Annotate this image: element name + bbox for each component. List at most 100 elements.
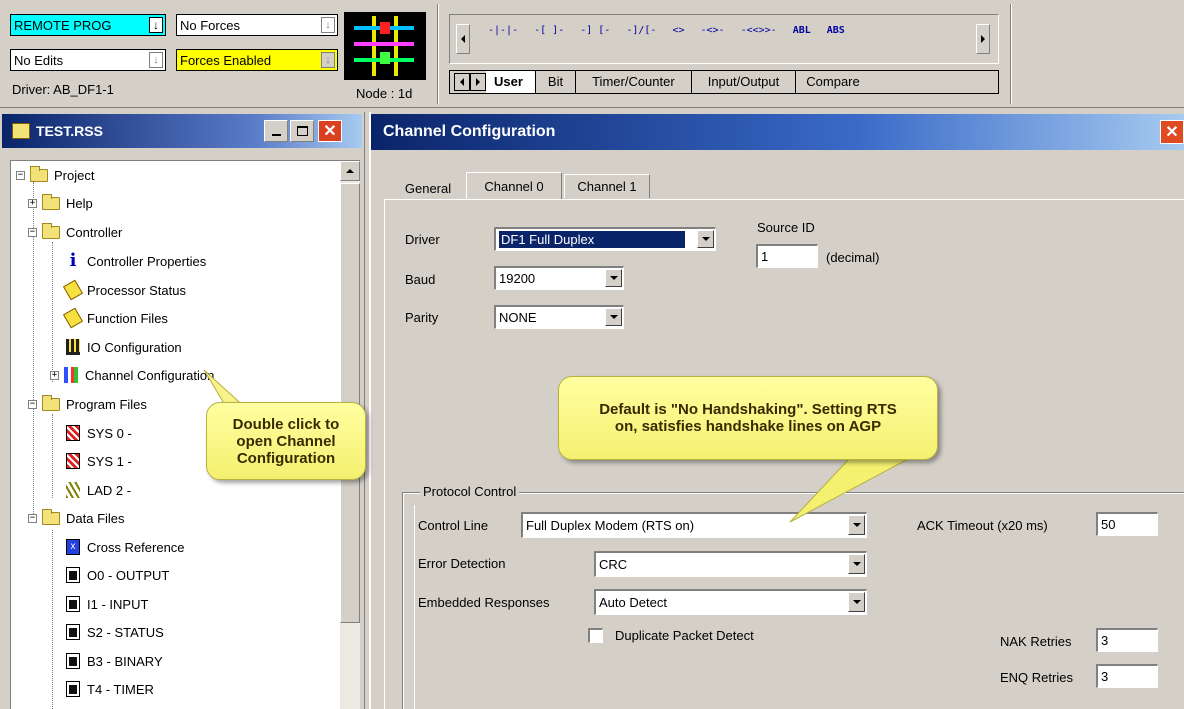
embedded-responses-dropdown[interactable]: Auto Detect bbox=[594, 589, 867, 615]
rung-instruction-icon[interactable]: -[ ]- bbox=[534, 25, 564, 36]
expand-icon[interactable]: + bbox=[50, 370, 59, 380]
source-id-input[interactable]: 1 bbox=[756, 244, 818, 268]
driver-dropdown[interactable]: DF1 Full Duplex bbox=[494, 227, 716, 251]
tab-general[interactable]: General bbox=[392, 176, 464, 200]
dropdown-arrow-icon[interactable]: ↓ bbox=[321, 52, 335, 68]
dropdown-arrow-icon[interactable] bbox=[848, 592, 865, 612]
tree-item-function-files[interactable]: Function Files bbox=[62, 307, 168, 329]
tree-item-lad2[interactable]: LAD 2 - bbox=[66, 479, 131, 501]
dropdown-arrow-icon[interactable]: ↓ bbox=[321, 17, 335, 33]
maximize-button[interactable] bbox=[290, 120, 314, 142]
callout-handshaking: Default is "No Handshaking". Setting RTS… bbox=[558, 376, 938, 460]
dialog-close-button[interactable]: ✕ bbox=[1160, 120, 1184, 144]
arrow-left-icon bbox=[461, 35, 465, 43]
tree-item-t4[interactable]: T4 - TIMER bbox=[66, 678, 154, 700]
palette-scroll-left[interactable] bbox=[456, 24, 470, 54]
folder-icon bbox=[42, 222, 60, 239]
dropdown-arrow-icon[interactable] bbox=[697, 230, 714, 248]
dropdown-arrow-icon[interactable]: ↓ bbox=[149, 52, 163, 68]
data-file-icon bbox=[66, 653, 80, 669]
xio-instruction-icon[interactable]: -]/[- bbox=[626, 25, 656, 36]
abs-instruction-icon[interactable]: ABS bbox=[827, 25, 845, 36]
download-arrow-icon[interactable]: ↓ bbox=[149, 17, 163, 33]
tree-item-sys0[interactable]: SYS 0 - bbox=[66, 422, 132, 444]
tab-user[interactable]: User bbox=[486, 71, 536, 93]
dialog-titlebar: Channel Configuration bbox=[371, 114, 1184, 150]
toolbar-separator bbox=[1010, 4, 1012, 104]
forces-enabled-dropdown[interactable]: Forces Enabled ↓ bbox=[176, 49, 338, 71]
tab-channel-1[interactable]: Channel 1 bbox=[564, 174, 650, 198]
driver-label: Driver: AB_DF1-1 bbox=[12, 82, 114, 97]
collapse-icon[interactable]: − bbox=[28, 399, 37, 409]
ack-timeout-input[interactable]: 50 bbox=[1096, 512, 1158, 536]
tree-item-b3[interactable]: B3 - BINARY bbox=[66, 650, 163, 672]
tree-item-s2[interactable]: S2 - STATUS bbox=[66, 621, 164, 643]
edits-dropdown[interactable]: No Edits ↓ bbox=[10, 49, 166, 71]
tree-item-o0[interactable]: O0 - OUTPUT bbox=[66, 564, 169, 586]
ladder-file-icon bbox=[66, 482, 80, 498]
tree-item-i1[interactable]: I1 - INPUT bbox=[66, 593, 148, 615]
enq-retries-input[interactable]: 3 bbox=[1096, 664, 1158, 688]
node-label: Node : 1d bbox=[356, 86, 413, 101]
ladder-status-icon bbox=[344, 12, 426, 80]
tree-item-controller-properties[interactable]: i Controller Properties bbox=[66, 250, 207, 272]
expand-icon[interactable]: + bbox=[28, 198, 37, 208]
tree-item-sys1[interactable]: SYS 1 - bbox=[66, 450, 132, 472]
dropdown-arrow-icon[interactable] bbox=[848, 554, 865, 574]
tree-item-cross-reference[interactable]: x Cross Reference bbox=[66, 536, 185, 558]
nak-retries-input[interactable]: 3 bbox=[1096, 628, 1158, 652]
minimize-button[interactable] bbox=[264, 120, 288, 142]
tab-input-output[interactable]: Input/Output bbox=[692, 71, 797, 93]
dropdown-arrow-icon[interactable] bbox=[605, 308, 622, 326]
tab-timer-counter[interactable]: Timer/Counter bbox=[576, 71, 692, 93]
project-window-icon bbox=[12, 123, 30, 139]
tabs-scroll-left-icon[interactable] bbox=[454, 73, 470, 91]
tree-item-help[interactable]: + Help bbox=[28, 192, 93, 214]
minimize-icon bbox=[271, 134, 281, 136]
tree-item-data-files[interactable]: − Data Files bbox=[28, 507, 125, 529]
parity-dropdown[interactable]: NONE bbox=[494, 305, 624, 329]
program-file-icon bbox=[66, 453, 80, 469]
close-button[interactable]: ✕ bbox=[318, 120, 342, 142]
channel-config-icon bbox=[64, 367, 78, 383]
otu-instruction-icon[interactable]: -<<>>- bbox=[741, 25, 777, 36]
ote-instruction-icon[interactable]: <> bbox=[672, 25, 684, 36]
xic-instruction-icon[interactable]: -] [- bbox=[580, 25, 610, 36]
mode-dropdown[interactable]: REMOTE PROG ↓ bbox=[10, 14, 166, 36]
tab-bit[interactable]: Bit bbox=[536, 71, 577, 93]
collapse-icon[interactable]: − bbox=[16, 170, 25, 180]
toolbar-separator bbox=[437, 4, 439, 104]
close-icon: ✕ bbox=[323, 123, 337, 140]
error-detection-dropdown[interactable]: CRC bbox=[594, 551, 867, 577]
duplicate-packet-checkbox[interactable] bbox=[588, 628, 603, 643]
tree-item-controller[interactable]: − Controller bbox=[28, 221, 122, 243]
tree-item-program-files[interactable]: − Program Files bbox=[28, 393, 147, 415]
dropdown-arrow-icon[interactable] bbox=[605, 269, 622, 287]
close-icon: ✕ bbox=[1165, 124, 1179, 141]
tab-compare[interactable]: Compare bbox=[796, 71, 869, 93]
collapse-icon[interactable]: − bbox=[28, 227, 37, 237]
palette-scroll-right[interactable] bbox=[976, 24, 990, 54]
otl-instruction-icon[interactable]: -<>- bbox=[700, 25, 724, 36]
parity-label: Parity bbox=[405, 310, 439, 325]
tree-item-io-configuration[interactable]: IO Configuration bbox=[66, 336, 182, 358]
tree-item-processor-status[interactable]: Processor Status bbox=[62, 279, 186, 301]
tabs-scroll-right-icon[interactable] bbox=[470, 73, 486, 91]
error-detection-label: Error Detection bbox=[418, 556, 506, 571]
instruction-icons: -|-|- -[ ]- -] [- -]/[- <> -<>- -<<>>- A… bbox=[488, 20, 845, 40]
program-file-icon bbox=[66, 425, 80, 441]
forces-dropdown[interactable]: No Forces ↓ bbox=[176, 14, 338, 36]
arrow-right-icon bbox=[981, 35, 985, 43]
tree-item-project[interactable]: − Project bbox=[16, 164, 94, 186]
nak-retries-label: NAK Retries bbox=[1000, 634, 1072, 649]
control-line-label: Control Line bbox=[418, 518, 489, 533]
baud-dropdown[interactable]: 19200 bbox=[494, 266, 624, 290]
branch-instruction-icon[interactable]: -|-|- bbox=[488, 25, 518, 36]
tree-item-channel-configuration[interactable]: + Channel Configuration bbox=[50, 364, 214, 386]
scroll-up-button[interactable] bbox=[340, 161, 360, 181]
callout-pointer-right bbox=[789, 457, 911, 523]
tab-channel-0[interactable]: Channel 0 bbox=[466, 172, 562, 200]
protocol-control-label: Protocol Control bbox=[420, 484, 520, 499]
collapse-icon[interactable]: − bbox=[28, 513, 37, 523]
abl-instruction-icon[interactable]: ABL bbox=[793, 25, 811, 36]
